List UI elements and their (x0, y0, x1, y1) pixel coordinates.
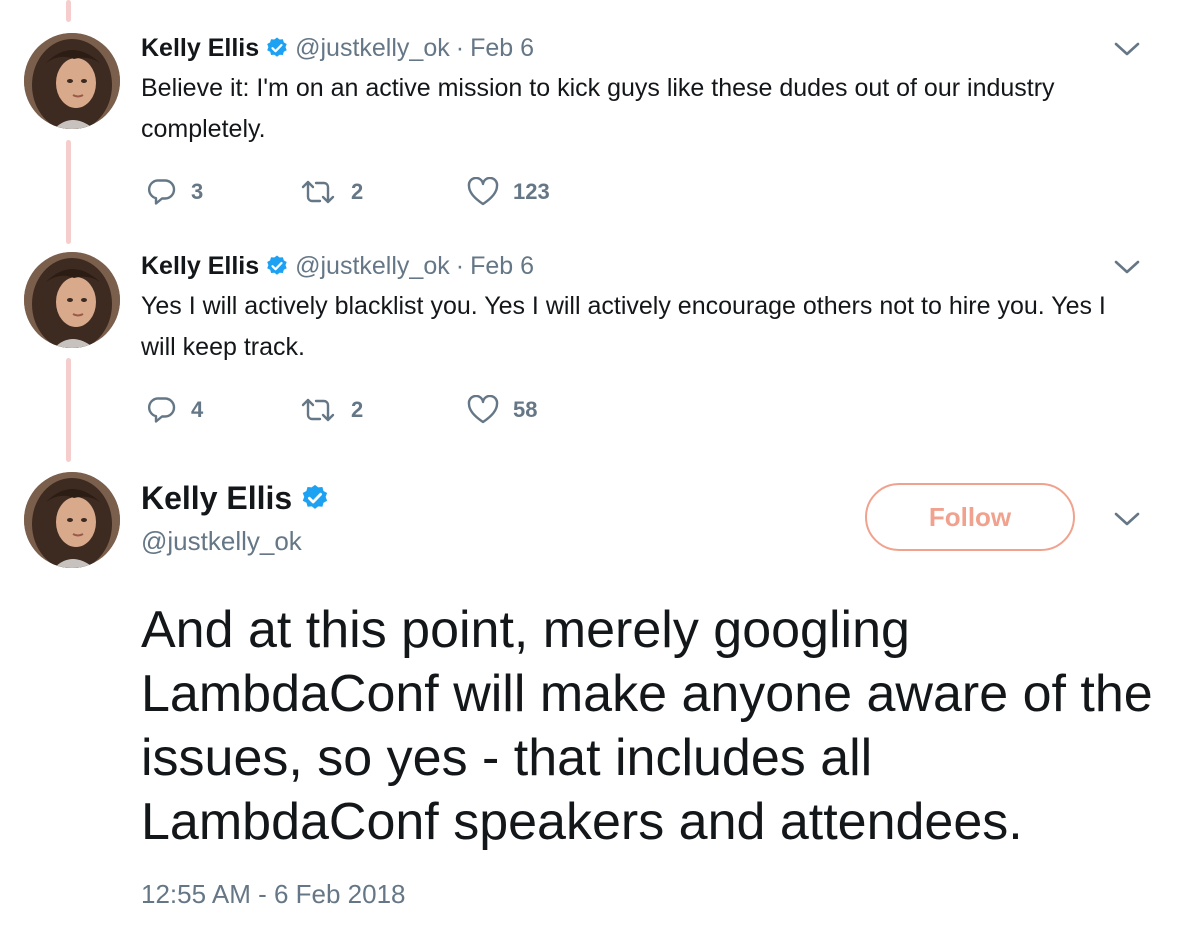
heart-icon (467, 177, 499, 207)
thread-line (66, 0, 71, 22)
retweet-count: 2 (351, 397, 364, 422)
thread-line (66, 358, 71, 462)
tweet-date[interactable]: Feb 6 (470, 250, 534, 282)
avatar[interactable] (24, 252, 120, 348)
chevron-down-icon[interactable] (1112, 504, 1142, 534)
reply-count: 4 (191, 397, 204, 422)
user-name[interactable]: Kelly Ellis (141, 250, 259, 282)
like-count: 58 (513, 397, 538, 422)
user-handle[interactable]: @justkelly_ok (295, 250, 450, 282)
avatar[interactable] (24, 472, 120, 568)
reply-icon (147, 395, 177, 425)
separator-dot: · (455, 34, 465, 62)
chevron-down-icon[interactable] (1112, 34, 1142, 64)
retweet-count: 2 (351, 179, 364, 204)
retweet-button[interactable]: 2 (299, 172, 363, 212)
retweet-icon (299, 395, 337, 425)
follow-button[interactable]: Follow (865, 483, 1075, 551)
heart-icon (467, 395, 499, 425)
tweet-header: Kelly Ellis @justkelly_ok · Feb 6 (141, 32, 534, 64)
tweet-date[interactable]: Feb 6 (470, 32, 534, 64)
main-tweet-text: And at this point, merely googling Lambd… (141, 601, 1153, 851)
verified-badge-icon (265, 254, 289, 278)
verified-badge-icon (265, 36, 289, 60)
tweet-text: Believe it: I'm on an active mission to … (141, 74, 1055, 143)
main-user-name-row: Kelly Ellis (141, 478, 336, 518)
verified-badge-icon (300, 483, 330, 513)
tweet-timestamp[interactable]: 12:55 AM - 6 Feb 2018 (141, 876, 406, 912)
like-count: 123 (513, 179, 550, 204)
retweet-icon (299, 177, 337, 207)
user-handle[interactable]: @justkelly_ok (295, 32, 450, 64)
like-button[interactable]: 58 (467, 390, 537, 430)
chevron-down-icon[interactable] (1112, 252, 1142, 282)
tweet-text: Yes I will actively blacklist you. Yes I… (141, 292, 1106, 361)
reply-button[interactable]: 3 (147, 172, 203, 212)
tweet-header: Kelly Ellis @justkelly_ok · Feb 6 (141, 250, 534, 282)
separator-dot: · (455, 252, 465, 280)
user-handle[interactable]: @justkelly_ok (141, 524, 302, 558)
user-name[interactable]: Kelly Ellis (141, 478, 292, 518)
like-button[interactable]: 123 (467, 172, 550, 212)
user-name[interactable]: Kelly Ellis (141, 32, 259, 64)
retweet-button[interactable]: 2 (299, 390, 363, 430)
avatar[interactable] (24, 33, 120, 129)
reply-button[interactable]: 4 (147, 390, 203, 430)
thread-line (66, 140, 71, 244)
reply-count: 3 (191, 179, 204, 204)
reply-icon (147, 177, 177, 207)
